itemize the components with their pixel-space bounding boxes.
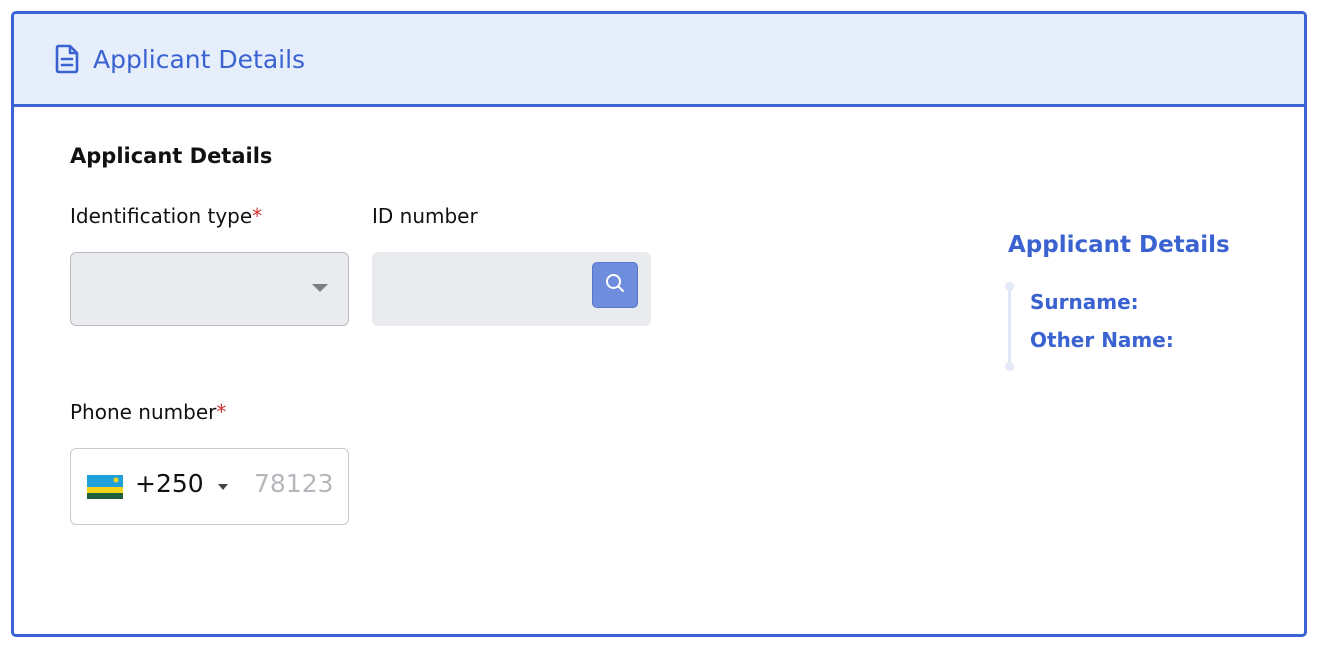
identification-type-label: Identification type*: [70, 204, 262, 228]
chevron-down-icon[interactable]: [218, 484, 228, 490]
side-panel-title: Applicant Details: [1008, 232, 1230, 258]
id-number-label: ID number: [372, 204, 478, 228]
section-title: Applicant Details: [70, 144, 273, 168]
required-marker: *: [252, 204, 263, 228]
chevron-down-icon: [312, 284, 328, 292]
other-name-label: Other Name:: [1030, 328, 1174, 352]
timeline-track: [1008, 286, 1011, 366]
dial-code[interactable]: +250: [135, 469, 204, 498]
card-header: Applicant Details: [14, 14, 1304, 107]
timeline-line: [1004, 282, 1016, 374]
phone-number-label: Phone number*: [70, 400, 226, 424]
timeline-dot: [1005, 362, 1014, 371]
applicant-details-card: Applicant Details Applicant Details Iden…: [11, 11, 1307, 637]
identification-type-select[interactable]: [70, 252, 349, 326]
id-number-input[interactable]: [372, 252, 651, 326]
phone-number-input[interactable]: 78123: [254, 469, 334, 498]
search-icon: [604, 272, 626, 298]
card-header-title: Applicant Details: [93, 44, 306, 74]
document-icon: [54, 44, 80, 74]
search-button[interactable]: [592, 262, 638, 308]
identification-type-label-text: Identification type: [70, 204, 253, 228]
timeline-dot: [1005, 282, 1014, 291]
surname-label: Surname:: [1030, 290, 1139, 314]
phone-number-field[interactable]: +250 78123: [70, 448, 349, 525]
rwanda-flag-icon[interactable]: [87, 475, 123, 499]
phone-number-label-text: Phone number: [70, 400, 217, 424]
required-marker: *: [216, 400, 227, 424]
